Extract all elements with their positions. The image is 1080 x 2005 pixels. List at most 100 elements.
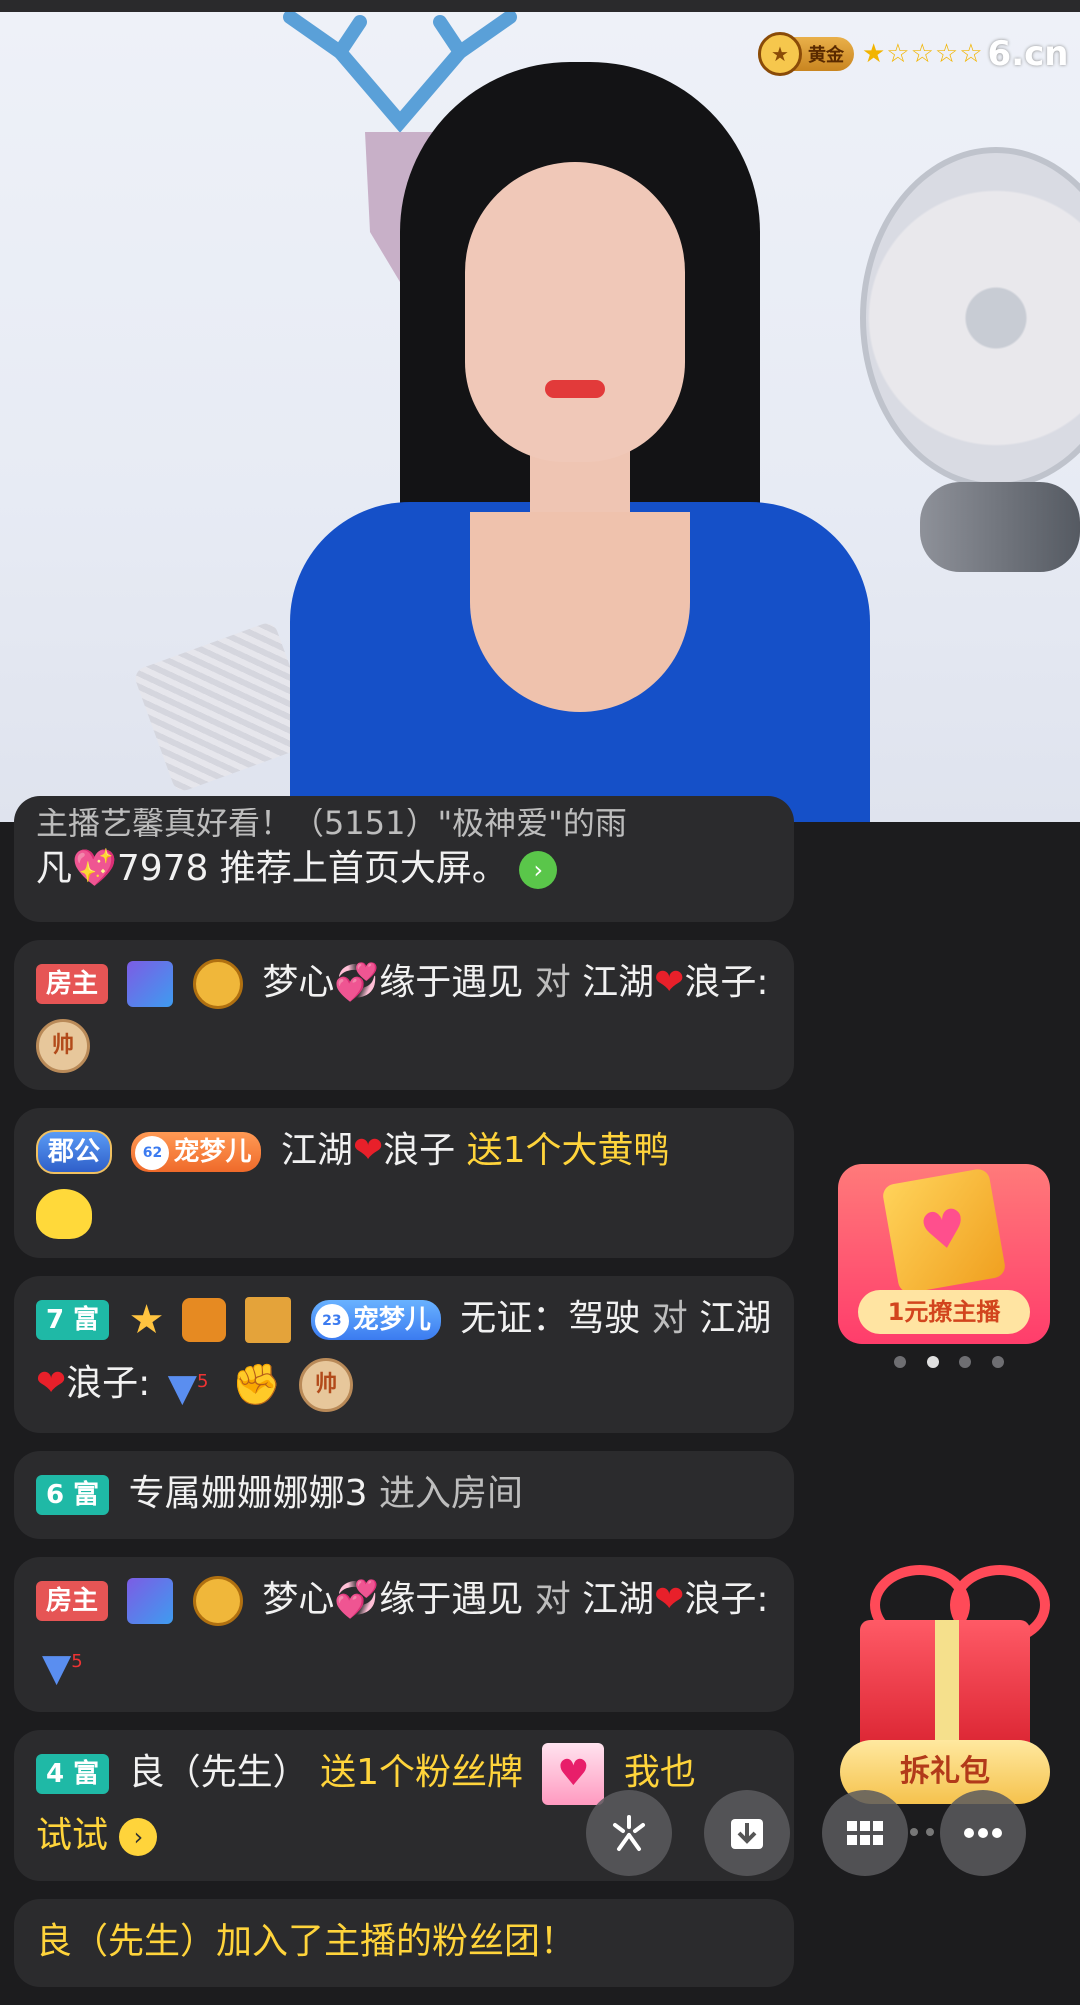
medal-icon <box>192 1575 243 1626</box>
rich-level-badge: 7 富 <box>36 1300 110 1340</box>
fan-join-text: 良（先生）加入了主播的粉丝团！ <box>36 1921 577 1963</box>
gift-pack-button[interactable]: 拆礼包 <box>840 1560 1050 1810</box>
chess-piece-icon: 帅 <box>299 1357 354 1412</box>
sender-name[interactable]: 良（先生） <box>129 1752 309 1793</box>
promo-label: 1元撩主播 <box>858 1290 1030 1334</box>
heart-icon: ❤ <box>654 962 685 1003</box>
heart-icon: 💞 <box>334 962 380 1003</box>
grid-icon <box>847 1821 883 1845</box>
download-button[interactable] <box>704 1790 790 1876</box>
sender-name[interactable]: 专属姗姗娜娜3 <box>129 1473 368 1514</box>
v-level-icon: ▼5 <box>42 1645 83 1690</box>
try-link-text[interactable]: 我也 <box>624 1752 696 1793</box>
chat-message: 房主 梦心💞缘于遇见 对 江湖❤浪子: 帅 <box>14 940 794 1090</box>
status-bar <box>0 0 1080 12</box>
fan-club-name: 宠梦儿 <box>173 1137 252 1167</box>
brand-logo: 6.cn <box>987 34 1069 74</box>
fan-club-name: 宠梦儿 <box>352 1305 431 1335</box>
target-name[interactable]: 浪子: <box>684 962 768 1003</box>
streamer-face <box>465 162 685 462</box>
pager-dot[interactable] <box>991 1356 1004 1368</box>
target-name[interactable]: 浪子: <box>684 1579 768 1620</box>
chat-message: 主播艺馨真好看！（5151）"极神爱"的雨 凡💖7978 推荐上首页大屏。 › <box>14 796 794 922</box>
enter-action: 进入房间 <box>378 1472 523 1514</box>
promo-pager <box>894 1356 1004 1368</box>
download-icon <box>731 1819 763 1849</box>
sender-name[interactable]: 无证：驾驶 <box>460 1298 640 1339</box>
sender-name[interactable]: 缘于遇见 <box>379 962 523 1003</box>
gold-icon <box>245 1297 292 1343</box>
message-text: 7978 推荐上首页大屏。 <box>116 848 508 889</box>
player-icon <box>127 961 174 1007</box>
bottom-toolbar <box>0 1790 1080 1890</box>
v-level-number: 5 <box>71 1650 83 1672</box>
partial-line: 主播艺馨真好看！（5151）"极神爱"的雨 <box>36 808 627 838</box>
chess-piece-icon: 帅 <box>36 1019 90 1073</box>
pager-dot[interactable] <box>894 1356 906 1368</box>
chat-message: 良（先生）加入了主播的粉丝团！ <box>14 1899 794 1988</box>
owner-badge: 房主 <box>36 1580 109 1621</box>
level-stars: ★☆☆☆☆ <box>862 39 984 69</box>
heart-card-icon: ♥ <box>881 1167 1007 1295</box>
fan-light <box>860 147 1080 489</box>
target-name[interactable]: 江湖 <box>582 1579 654 1620</box>
promo-banner[interactable]: ♥ 1元撩主播 <box>838 1164 1050 1344</box>
rich-level-badge: 4 富 <box>36 1754 110 1795</box>
chat-message: 6 富 专属姗姗娜娜3 进入房间 <box>14 1450 794 1539</box>
streamer-lips <box>545 380 605 398</box>
duck-gift-icon <box>36 1189 92 1239</box>
fan-level: 23 <box>314 1303 349 1338</box>
chevron-right-icon[interactable]: › <box>519 851 558 889</box>
sender-name[interactable]: 江湖 <box>281 1130 353 1171</box>
heart-icon: ❤ <box>352 1130 384 1171</box>
pager-dots <box>910 1828 934 1836</box>
pager-dot-active[interactable] <box>926 1356 939 1368</box>
medal-icon: ★ <box>758 32 802 76</box>
rich-level-badge: 6 富 <box>36 1474 110 1515</box>
heart-icon: 💖 <box>72 848 117 889</box>
fan-level: 62 <box>135 1135 170 1170</box>
sender-name[interactable]: 梦心 <box>262 1579 334 1620</box>
target-name[interactable]: 浪子: <box>66 1363 150 1404</box>
heart-icon: ❤ <box>654 1578 685 1620</box>
fist-icon: ✊ <box>231 1361 282 1408</box>
box-icon <box>181 1298 226 1342</box>
chat-message: 7 富 ★ 23 宠梦儿 无证：驾驶 对 江湖 ❤浪子: ▼5 ✊ 帅 <box>14 1276 794 1433</box>
microphone <box>920 482 1080 572</box>
gift-action: 送1个大黄鸭 <box>466 1130 670 1171</box>
pager-dot[interactable] <box>959 1356 972 1368</box>
chat-message: 郡公 62 宠梦儿 江湖❤浪子 送1个大黄鸭 <box>14 1108 794 1258</box>
v-level-icon: ▼5 <box>167 1365 209 1410</box>
target-name[interactable]: 江湖 <box>699 1298 771 1339</box>
room-level-logo: ★ 黄金 ★☆☆☆☆ 6.cn <box>758 32 1069 76</box>
duke-badge: 郡公 <box>36 1130 113 1174</box>
chat-message: 房主 梦心💞缘于遇见 对 江湖❤浪子: ▼5 <box>14 1556 794 1713</box>
owner-badge: 房主 <box>36 964 109 1004</box>
player-icon <box>127 1577 174 1624</box>
more-icon <box>964 1828 1002 1838</box>
more-button[interactable] <box>940 1790 1026 1876</box>
sender-name[interactable]: 梦心 <box>262 962 334 1003</box>
heart-icon: 💞 <box>334 1578 380 1620</box>
verb-text: 对 <box>534 1578 571 1620</box>
share-icon <box>613 1815 645 1851</box>
gift-ribbon <box>935 1620 959 1760</box>
level-badge-label: 黄金 <box>808 45 844 66</box>
sender-name[interactable]: 缘于遇见 <box>379 1579 523 1620</box>
menu-grid-button[interactable] <box>822 1790 908 1876</box>
message-text: 凡 <box>36 848 73 889</box>
verb-text: 对 <box>651 1298 688 1339</box>
fan-club-badge: 62 宠梦儿 <box>131 1132 262 1172</box>
sender-name[interactable]: 浪子 <box>383 1130 455 1171</box>
heart-icon: ❤ <box>36 1362 67 1404</box>
fan-club-badge: 23 宠梦儿 <box>310 1300 441 1340</box>
gift-action: 送1个粉丝牌 <box>320 1752 523 1794</box>
v-level-number: 5 <box>197 1371 209 1392</box>
verb-text: 对 <box>534 962 571 1003</box>
share-button[interactable] <box>586 1790 672 1876</box>
medal-icon <box>192 959 243 1009</box>
live-video[interactable]: ★ 黄金 ★☆☆☆☆ 6.cn <box>0 12 1080 822</box>
level-badge: ★ 黄金 <box>758 32 854 76</box>
target-name[interactable]: 江湖 <box>582 962 654 1003</box>
star-icon: ★ <box>128 1297 165 1343</box>
